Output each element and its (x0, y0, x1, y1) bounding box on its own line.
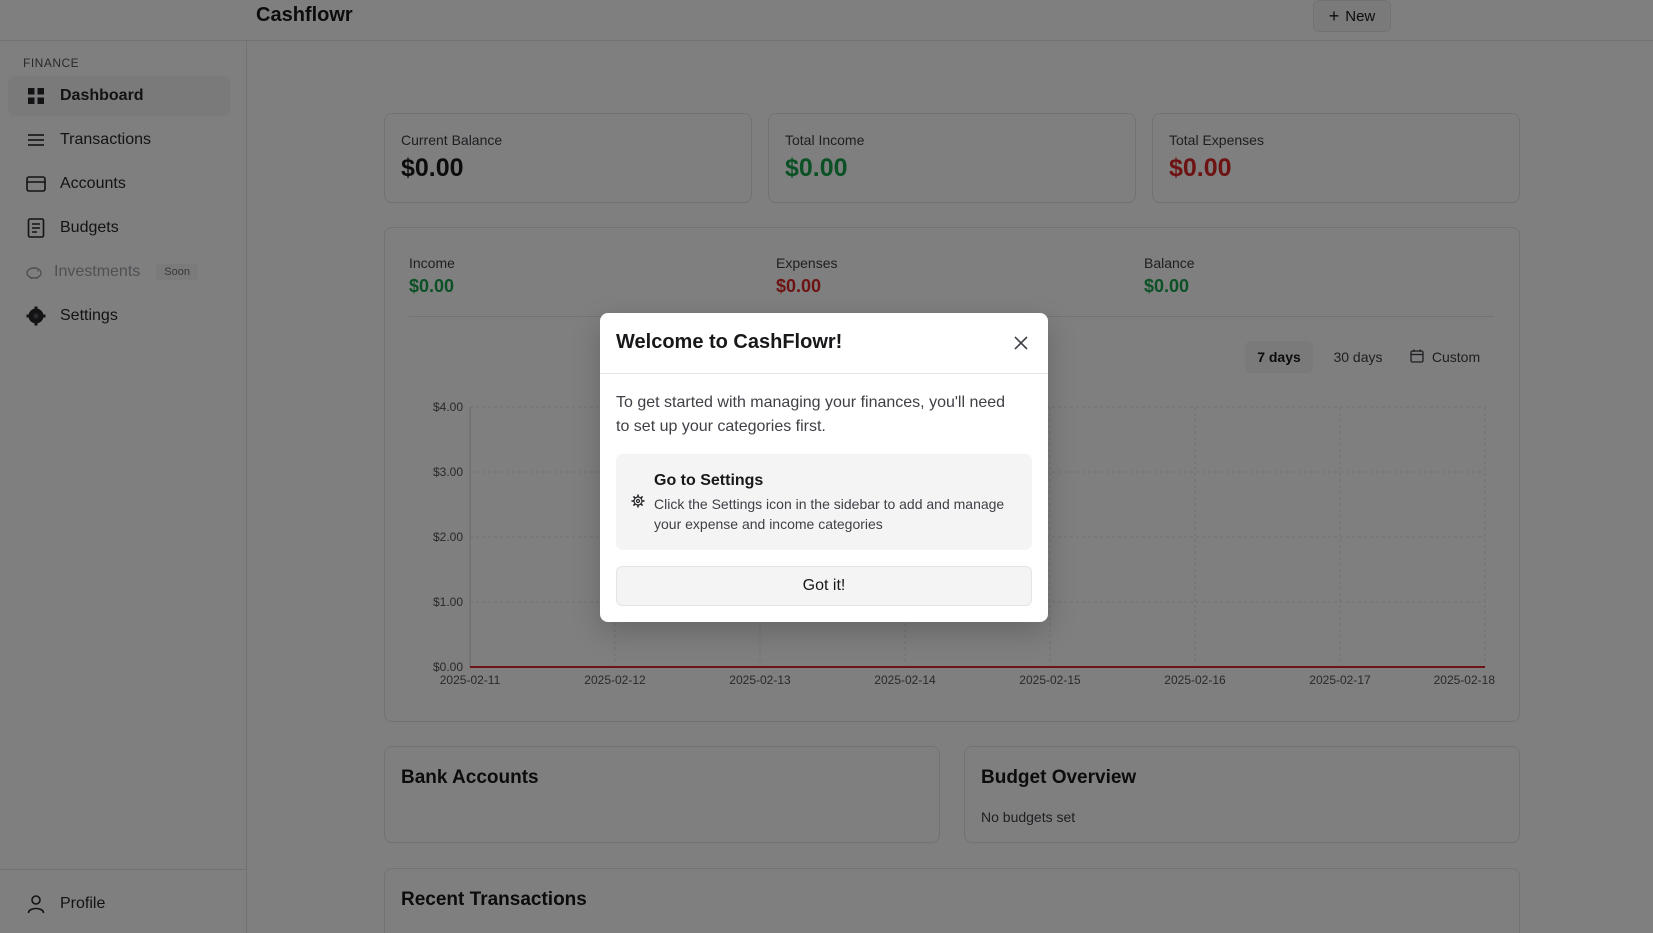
welcome-dialog: Welcome to CashFlowr! To get started wit… (600, 313, 1048, 622)
tip-title: Go to Settings (654, 472, 764, 489)
dialog-body-text: To get started with managing your financ… (616, 394, 1006, 435)
dialog-header: Welcome to CashFlowr! (600, 313, 1048, 374)
settings-tip: Go to Settings Click the Settings icon i… (616, 454, 1032, 550)
got-it-button[interactable]: Got it! (616, 566, 1032, 606)
gear-icon (631, 494, 645, 508)
tip-description: Click the Settings icon in the sidebar t… (654, 496, 1005, 532)
dialog-title: Welcome to CashFlowr! (616, 331, 843, 353)
close-icon[interactable] (1012, 334, 1030, 352)
